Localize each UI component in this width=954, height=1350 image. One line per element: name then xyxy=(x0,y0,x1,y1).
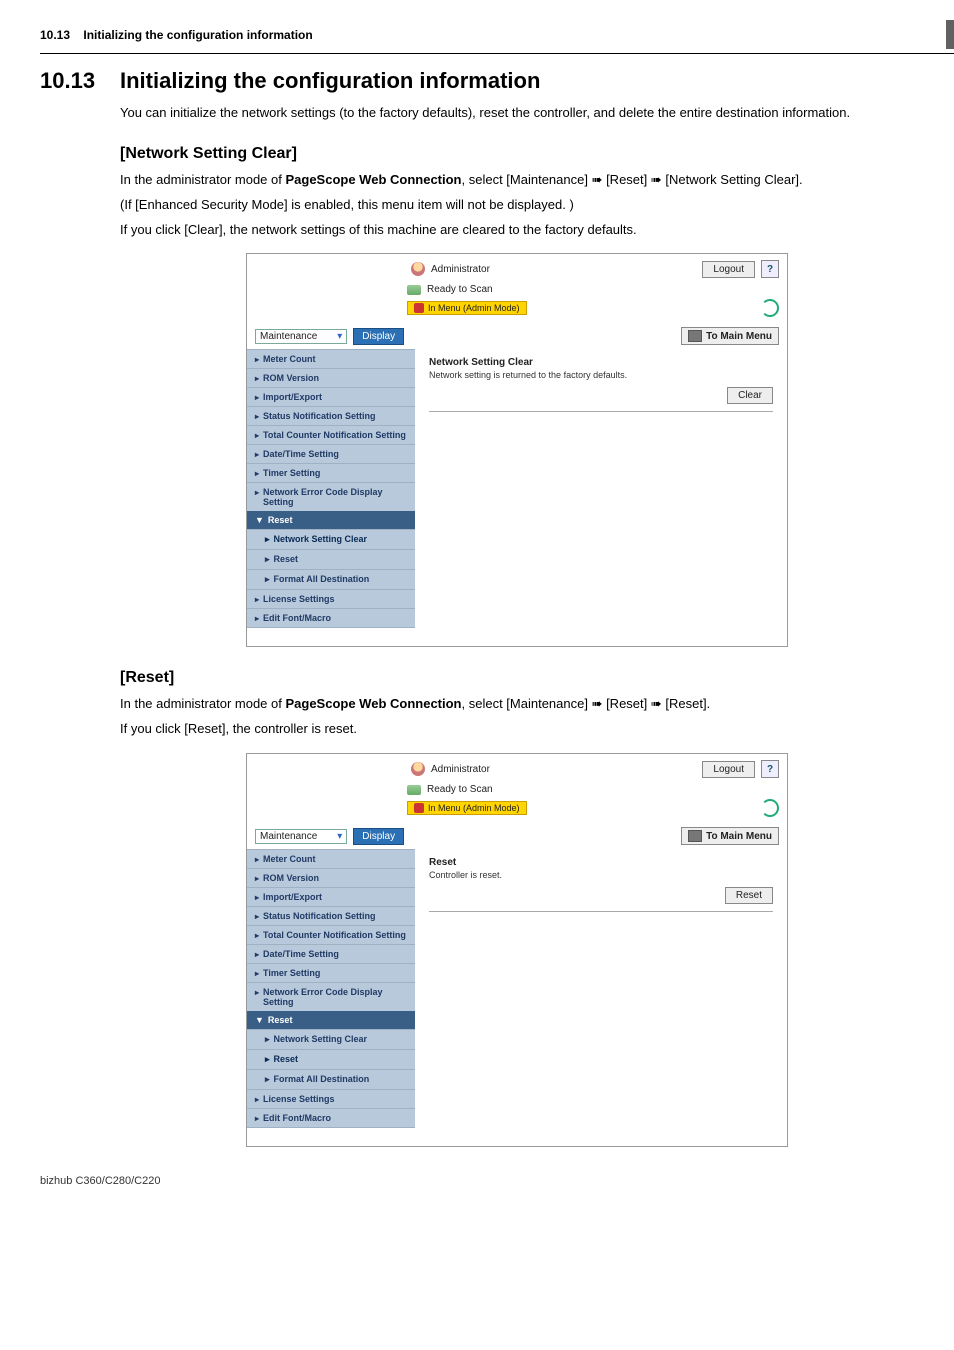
sidebar: ▸Meter Count ▸ROM Version ▸Import/Export… xyxy=(247,849,415,1146)
sidebar-item[interactable]: ▸ROM Version xyxy=(247,868,415,887)
display-button[interactable]: Display xyxy=(353,828,404,845)
sidebar-sub[interactable]: ▸Reset xyxy=(247,549,415,569)
content-desc: Network setting is returned to the facto… xyxy=(429,370,773,380)
menu-icon xyxy=(688,330,702,342)
screenshot-panel-2: Administrator Logout ? Ready to Scan In … xyxy=(246,753,788,1147)
logout-button[interactable]: Logout xyxy=(702,261,755,278)
admin-label: Administrator xyxy=(431,264,490,275)
mode-bar: In Menu (Admin Mode) xyxy=(407,301,527,315)
refresh-icon[interactable] xyxy=(761,299,779,317)
admin-icon xyxy=(411,762,425,776)
panel-content: Reset Controller is reset. Reset xyxy=(415,849,787,1146)
sidebar-item[interactable]: ▸Edit Font/Macro xyxy=(247,1108,415,1127)
content-heading: Network Setting Clear xyxy=(429,357,773,368)
logout-button[interactable]: Logout xyxy=(702,761,755,778)
sidebar-item[interactable]: ▸License Settings xyxy=(247,589,415,608)
sidebar-item[interactable]: ▸Total Counter Notification Setting xyxy=(247,925,415,944)
sidebar-sub[interactable]: ▸Network Setting Clear xyxy=(247,1029,415,1049)
sidebar-blank xyxy=(247,627,415,646)
sec2-p2: If you click [Reset], the controller is … xyxy=(120,720,954,739)
sidebar-item[interactable]: ▸Date/Time Setting xyxy=(247,944,415,963)
clear-button[interactable]: Clear xyxy=(727,387,773,404)
sidebar-item[interactable]: ▸Status Notification Setting xyxy=(247,406,415,425)
sec1-p2: (If [Enhanced Security Mode] is enabled,… xyxy=(120,196,954,215)
sidebar-group-reset[interactable]: ▼Reset xyxy=(247,511,415,529)
refresh-icon[interactable] xyxy=(761,799,779,817)
sidebar-item[interactable]: ▸Meter Count xyxy=(247,349,415,368)
status-icon xyxy=(407,785,421,795)
section-number: 10.13 xyxy=(40,68,120,94)
panel-content: Network Setting Clear Network setting is… xyxy=(415,349,787,646)
runhead-secno: 10.13 xyxy=(40,28,70,42)
status-text: Ready to Scan xyxy=(427,784,493,795)
to-main-menu-button[interactable]: To Main Menu xyxy=(681,327,779,345)
sidebar-item[interactable]: ▸Timer Setting xyxy=(247,963,415,982)
runhead-text: 10.13 Initializing the configuration inf… xyxy=(40,28,946,42)
sec1-p1: In the administrator mode of PageScope W… xyxy=(120,171,954,190)
sec1-p3: If you click [Clear], the network settin… xyxy=(120,221,954,240)
sidebar: ▸Meter Count ▸ROM Version ▸Import/Export… xyxy=(247,349,415,646)
chevron-down-icon: ▾ xyxy=(337,831,342,842)
chevron-down-icon: ▾ xyxy=(337,331,342,342)
sidebar-item[interactable]: ▸Total Counter Notification Setting xyxy=(247,425,415,444)
mode-bar: In Menu (Admin Mode) xyxy=(407,801,527,815)
sidebar-sub[interactable]: ▸Format All Destination xyxy=(247,1069,415,1089)
intro-paragraph: You can initialize the network settings … xyxy=(120,104,954,123)
sidebar-item[interactable]: ▸Status Notification Setting xyxy=(247,906,415,925)
sidebar-blank xyxy=(247,1127,415,1146)
sidebar-item[interactable]: ▸ROM Version xyxy=(247,368,415,387)
to-main-menu-button[interactable]: To Main Menu xyxy=(681,827,779,845)
runhead-title: Initializing the configuration informati… xyxy=(83,28,312,42)
divider xyxy=(429,411,773,412)
mode-icon xyxy=(414,803,424,813)
subsection-title-2: [Reset] xyxy=(120,669,954,687)
sidebar-item[interactable]: ▸Import/Export xyxy=(247,387,415,406)
content-heading: Reset xyxy=(429,857,773,868)
sidebar-sub[interactable]: ▸Reset xyxy=(247,1049,415,1069)
category-select[interactable]: Maintenance▾ xyxy=(255,829,347,844)
admin-icon xyxy=(411,262,425,276)
sidebar-item[interactable]: ▸Date/Time Setting xyxy=(247,444,415,463)
running-header: 10.13 Initializing the configuration inf… xyxy=(40,20,954,54)
help-icon[interactable]: ? xyxy=(761,760,779,778)
sidebar-item[interactable]: ▸Meter Count xyxy=(247,849,415,868)
help-icon[interactable]: ? xyxy=(761,260,779,278)
section-title: Initializing the configuration informati… xyxy=(120,68,540,94)
status-text: Ready to Scan xyxy=(427,284,493,295)
divider xyxy=(429,911,773,912)
sidebar-item[interactable]: ▸Import/Export xyxy=(247,887,415,906)
sidebar-sub[interactable]: ▸Network Setting Clear xyxy=(247,529,415,549)
content-desc: Controller is reset. xyxy=(429,870,773,880)
status-icon xyxy=(407,285,421,295)
sidebar-sub[interactable]: ▸Format All Destination xyxy=(247,569,415,589)
sidebar-item[interactable]: ▸Edit Font/Macro xyxy=(247,608,415,627)
section-heading: 10.13 Initializing the configuration inf… xyxy=(40,68,954,94)
mode-icon xyxy=(414,303,424,313)
sidebar-item[interactable]: ▸Network Error Code Display Setting xyxy=(247,482,415,511)
display-button[interactable]: Display xyxy=(353,328,404,345)
reset-button[interactable]: Reset xyxy=(725,887,773,904)
menu-icon xyxy=(688,830,702,842)
sidebar-item[interactable]: ▸Network Error Code Display Setting xyxy=(247,982,415,1011)
sidebar-item[interactable]: ▸Timer Setting xyxy=(247,463,415,482)
chapter-chip: 10 xyxy=(946,20,954,49)
admin-label: Administrator xyxy=(431,764,490,775)
page-footer: bizhub C360/C280/C220 10-31 xyxy=(40,1175,954,1187)
sidebar-group-reset[interactable]: ▼Reset xyxy=(247,1011,415,1029)
screenshot-panel-1: Administrator Logout ? Ready to Scan In … xyxy=(246,253,788,647)
category-select[interactable]: Maintenance▾ xyxy=(255,329,347,344)
sidebar-item[interactable]: ▸License Settings xyxy=(247,1089,415,1108)
subsection-title-1: [Network Setting Clear] xyxy=(120,145,954,163)
sec2-p1: In the administrator mode of PageScope W… xyxy=(120,695,954,714)
footer-left: bizhub C360/C280/C220 xyxy=(40,1175,160,1187)
